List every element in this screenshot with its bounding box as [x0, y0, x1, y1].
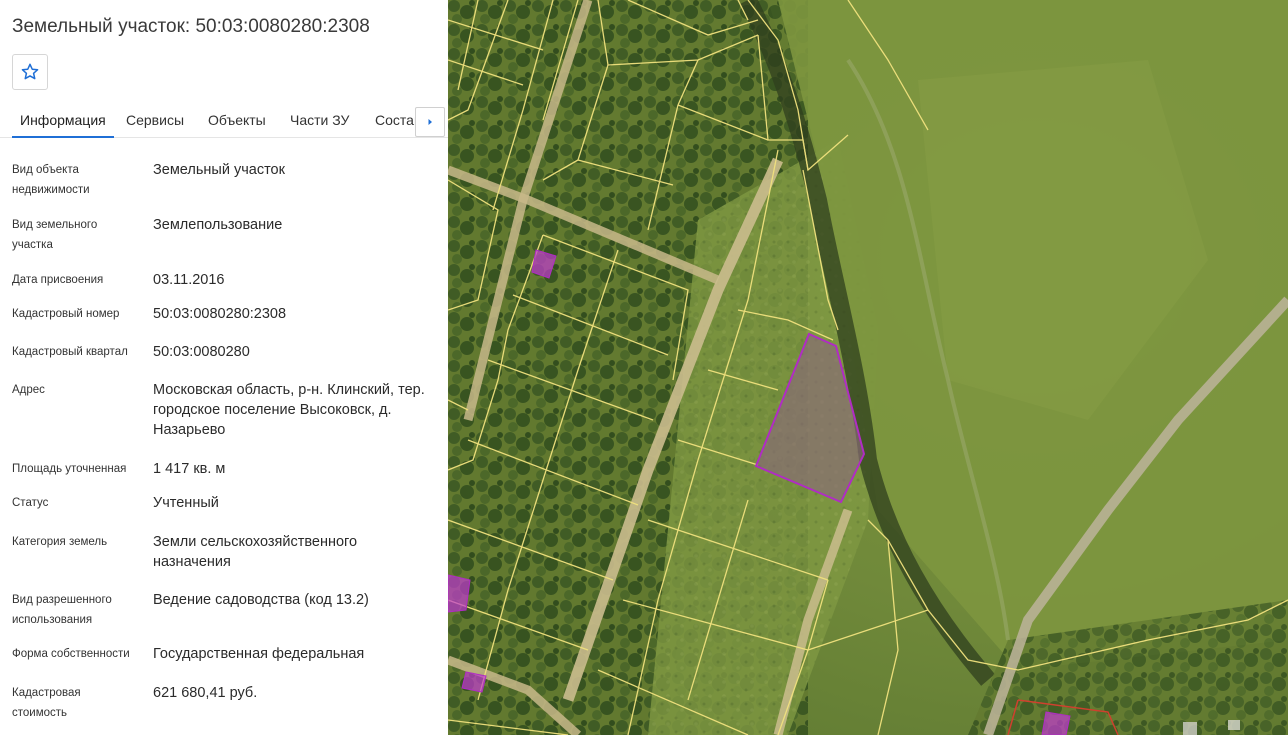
info-value: Земли сельскохозяйственного назначения: [153, 534, 358, 570]
info-label: Кадастровый квартал: [12, 346, 128, 358]
info-label: Категория земель: [12, 536, 108, 548]
info-value: Учтенный: [153, 495, 219, 511]
cadastral-map[interactable]: [448, 0, 1288, 735]
info-value: Земельный участок: [153, 162, 285, 178]
info-label: Вид разрешенного использования: [12, 594, 112, 626]
info-label: Кадастровая стоимость: [12, 687, 81, 719]
page-title: Земельный участок: 50:03:0080280:2308: [12, 16, 370, 37]
info-value: 50:03:0080280: [153, 344, 250, 360]
info-label: Кадастровый номер: [12, 308, 120, 320]
info-label: Статус: [12, 497, 49, 509]
info-value: Ведение садоводства (код 13.2): [153, 592, 369, 608]
info-value: Государственная федеральная: [153, 646, 365, 662]
tabs-scroll-right-button[interactable]: [415, 107, 445, 137]
info-value: 03.11.2016: [153, 272, 225, 288]
info-label: Дата присвоения: [12, 274, 104, 286]
star-outline-icon: [21, 63, 39, 80]
highlighted-parcel: [1041, 711, 1071, 735]
tab-objects[interactable]: Объекты: [200, 104, 274, 138]
tab-parts[interactable]: Части ЗУ: [282, 104, 357, 138]
tab-bar: Информация Сервисы Объекты Части ЗУ Сост…: [0, 104, 448, 138]
info-label: Вид земельного участка: [12, 219, 98, 251]
info-value: Землепользование: [153, 217, 283, 233]
tab-information[interactable]: Информация: [12, 104, 114, 138]
highlighted-parcel: [448, 574, 471, 613]
info-label: Площадь уточненная: [12, 463, 127, 475]
info-label: Форма собственности: [12, 648, 130, 660]
chevron-right-icon: [428, 119, 432, 125]
favorite-button[interactable]: [12, 54, 48, 90]
info-value: 1 417 кв. м: [153, 461, 226, 477]
info-value: 50:03:0080280:2308: [153, 306, 287, 322]
info-label: Вид объекта недвижимости: [12, 164, 90, 196]
tab-services[interactable]: Сервисы: [118, 104, 192, 138]
info-panel: Земельный участок: 50:03:0080280:2308 Ин…: [0, 0, 448, 735]
info-label: Адрес: [12, 384, 45, 396]
info-value: Московская область, р-н. Клинский, тер. …: [153, 382, 425, 438]
info-value: 621 680,41 руб.: [153, 685, 258, 701]
highlighted-parcel: [461, 671, 487, 693]
